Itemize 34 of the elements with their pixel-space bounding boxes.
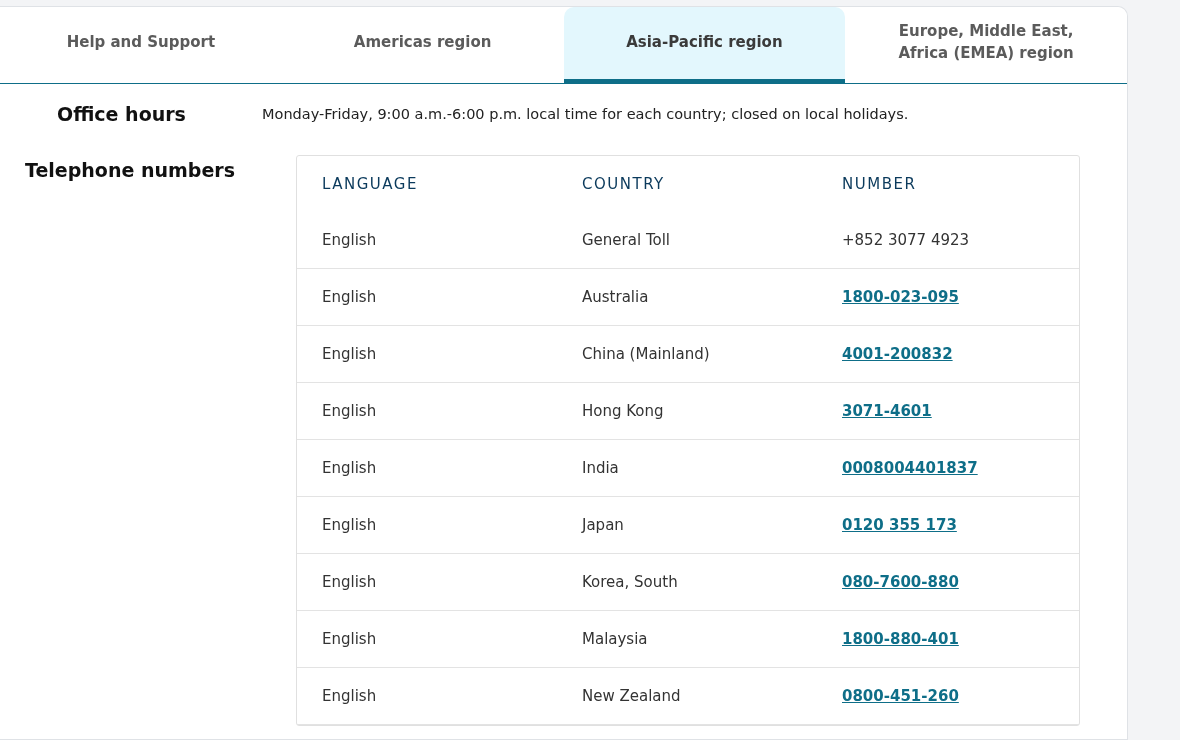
table-cell-text: Australia bbox=[581, 288, 650, 306]
table-cell-text: General Toll bbox=[581, 231, 671, 249]
table-cell-text: English bbox=[321, 687, 378, 705]
table-cell-text: English bbox=[321, 516, 378, 534]
column-header: LANGUAGE bbox=[321, 175, 419, 193]
table-cell-text: Malaysia bbox=[581, 630, 649, 648]
section-label: Office hours bbox=[56, 103, 187, 125]
phone-link[interactable]: 0800-451-260 bbox=[842, 687, 959, 705]
table-cell-text: English bbox=[321, 345, 378, 363]
table-cell-text: Hong Kong bbox=[581, 402, 665, 420]
phone-link[interactable]: 0008004401837 bbox=[842, 459, 978, 477]
phone-link[interactable]: 0120 355 173 bbox=[842, 516, 957, 534]
table-cell-text: English bbox=[321, 402, 378, 420]
office-hours-text: Monday-Friday, 9:00 a.m.-6:00 p.m. local time for each country; closed on local holidays. bbox=[262, 106, 909, 122]
phone-link[interactable]: 1800-880-401 bbox=[842, 630, 959, 648]
table-cell-text: English bbox=[321, 459, 378, 477]
table-cell-text: Korea, South bbox=[581, 573, 679, 591]
region-tab[interactable]: Asia-Pacific region bbox=[563, 7, 846, 83]
table-cell-text: China (Mainland) bbox=[581, 345, 711, 363]
table-cell-text: English bbox=[321, 573, 378, 591]
phone-link[interactable]: 080-7600-880 bbox=[842, 573, 959, 591]
section-label: Telephone numbers bbox=[24, 159, 236, 183]
table-cell-text: New Zealand bbox=[581, 687, 682, 705]
phone-link[interactable]: 4001-200832 bbox=[842, 345, 953, 363]
table-cell-text: English bbox=[321, 231, 378, 249]
table-cell-text: Japan bbox=[580, 516, 625, 534]
table-cell: +852 3077 4923 bbox=[842, 231, 970, 249]
table-cell-text: English bbox=[321, 288, 378, 306]
table-cell-text: India bbox=[581, 459, 620, 477]
table-cell-text: English bbox=[321, 630, 378, 648]
column-header: COUNTRY bbox=[581, 175, 666, 193]
column-header: NUMBER bbox=[841, 175, 918, 193]
phone-link[interactable]: 1800-023-095 bbox=[842, 288, 959, 306]
phone-link[interactable]: 3071-4601 bbox=[842, 402, 932, 420]
